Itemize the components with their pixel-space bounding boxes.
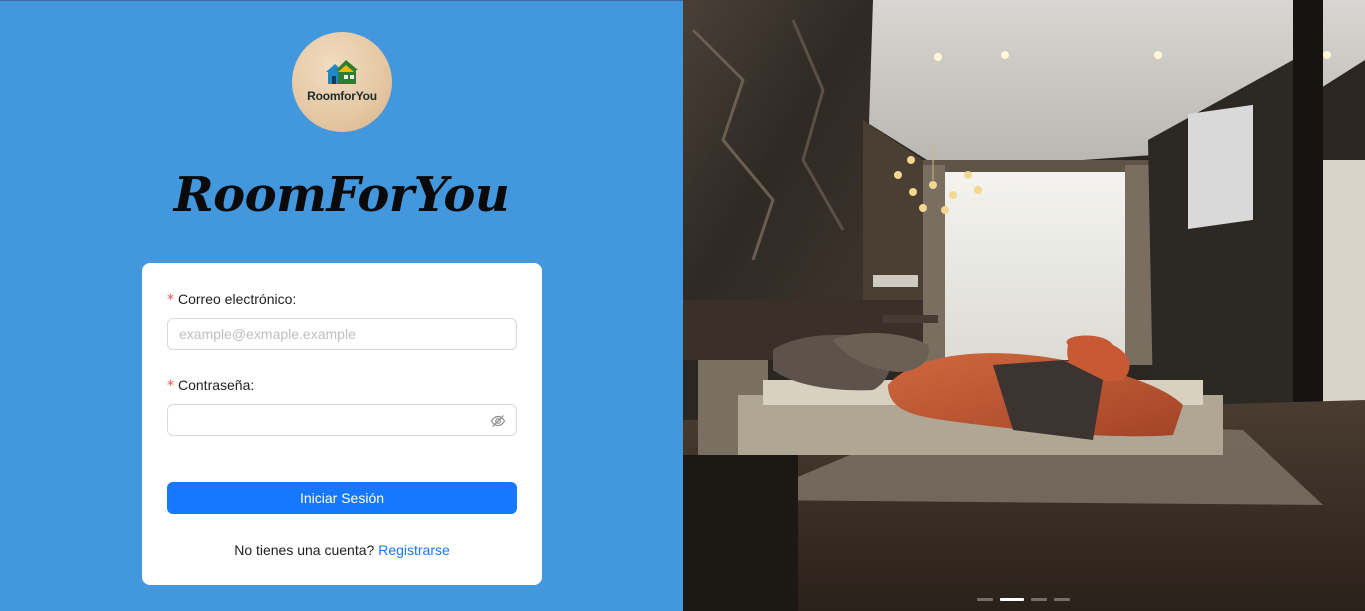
register-prompt: No tienes una cuenta? Registrarse xyxy=(142,542,542,558)
carousel-indicators xyxy=(977,598,1070,601)
house-logo-icon xyxy=(326,59,358,84)
no-account-text: No tienes una cuenta? xyxy=(234,542,375,558)
carousel-dot-active[interactable] xyxy=(1000,598,1024,601)
required-mark: * xyxy=(167,378,174,394)
password-field-wrapper xyxy=(167,404,517,436)
brand-logo: RoomforYou xyxy=(292,32,392,132)
email-field[interactable] xyxy=(167,318,517,350)
email-label-text: Correo electrónico: xyxy=(178,291,297,307)
eye-invisible-icon[interactable] xyxy=(490,413,506,429)
login-button[interactable]: Iniciar Sesión xyxy=(167,482,517,514)
carousel-dot[interactable] xyxy=(1031,598,1047,601)
carousel xyxy=(683,0,1365,611)
required-mark: * xyxy=(167,292,174,308)
password-label: * Contraseña: xyxy=(167,377,254,394)
register-link[interactable]: Registrarse xyxy=(378,542,450,558)
email-label: * Correo electrónico: xyxy=(167,291,296,308)
bedroom-photo xyxy=(683,0,1365,611)
page-title: RoomForYou xyxy=(173,167,510,223)
password-label-text: Contraseña: xyxy=(178,377,255,393)
password-field[interactable] xyxy=(179,405,489,435)
login-panel: RoomforYou RoomForYou * Correo electrónic… xyxy=(0,0,683,611)
carousel-dot[interactable] xyxy=(977,598,993,601)
login-card: *Correo electrónico: *Contraseña: Inicia… xyxy=(142,263,542,585)
logo-text: RoomforYou xyxy=(307,88,377,103)
carousel-dot[interactable] xyxy=(1054,598,1070,601)
